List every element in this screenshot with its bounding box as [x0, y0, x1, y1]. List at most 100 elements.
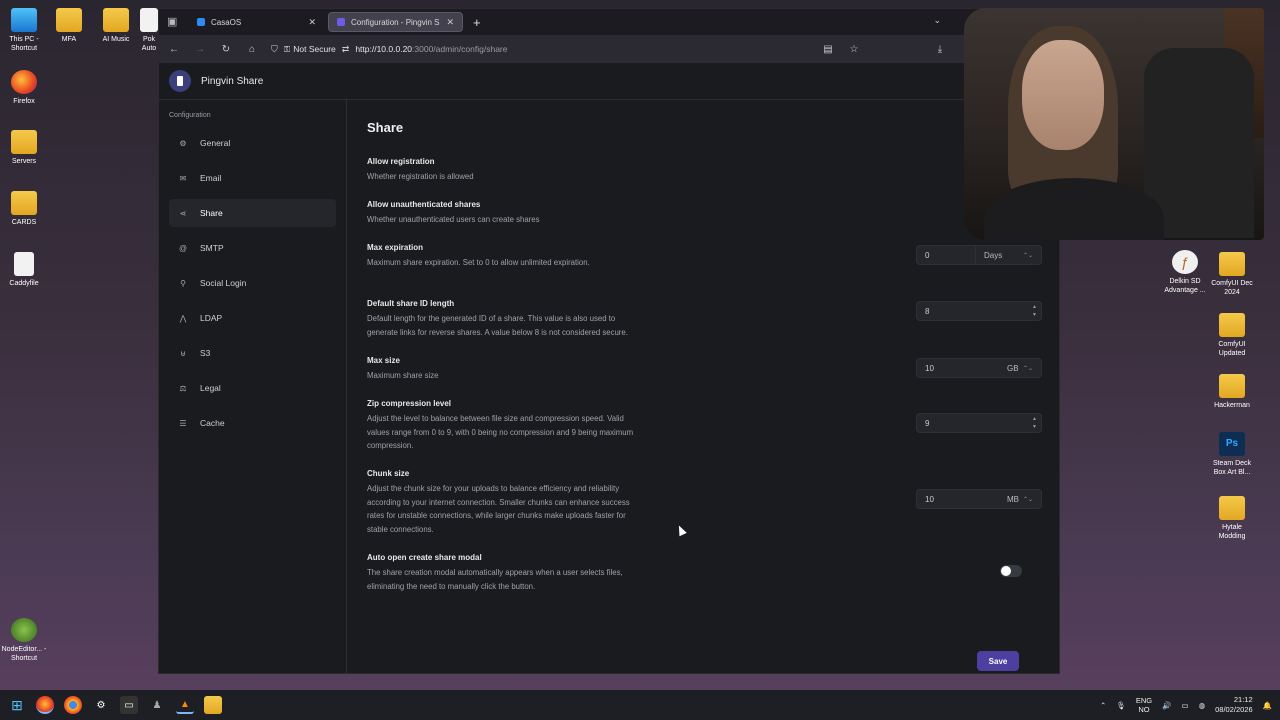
not-secure-indicator[interactable]: ⚿ Not Secure: [284, 44, 336, 55]
ldap-icon: ⋀: [179, 313, 187, 323]
input-value: 0: [925, 250, 930, 260]
url-text[interactable]: http://10.0.0.20:3000/admin/config/share: [355, 44, 507, 54]
setting-name: Zip compression level: [367, 399, 452, 408]
unit-label: GB: [1007, 363, 1019, 373]
close-icon[interactable]: ✕: [446, 17, 454, 28]
desktop-icon-comfyui-dec[interactable]: ComfyUI Dec 2024: [1208, 252, 1256, 297]
toggle-knob: [1001, 566, 1011, 576]
taskbar: ⊞ ⚙ ▭ ♟ ▲ ⌃ 🎙 ENG NO 🔊 ▭ ◍ 21:12 08/02/202…: [0, 690, 1280, 720]
vlc-taskbar-icon[interactable]: ▲: [176, 696, 194, 714]
chrome-taskbar-icon[interactable]: [64, 696, 82, 714]
desktop-icon-delkin[interactable]: ƒ Delkin SD Advantage ...: [1161, 250, 1209, 295]
desktop-icon-ai-music[interactable]: AI Music: [92, 8, 140, 44]
desktop-icon-steam-deck[interactable]: Ps Steam Deck Box Art Bl...: [1208, 432, 1256, 477]
new-tab-button[interactable]: +: [473, 15, 481, 30]
app-title[interactable]: Pingvin Share: [201, 76, 263, 87]
tab-overview-icon[interactable]: ▣: [167, 15, 181, 29]
zip-compression-input[interactable]: 9 ▲ ▼: [916, 413, 1042, 433]
page-title: Share: [367, 120, 404, 135]
input-value: 9: [925, 418, 930, 428]
setting-auto-open-share-modal: Auto open create share modal The share c…: [367, 553, 1042, 593]
reload-icon[interactable]: ↻: [219, 44, 233, 55]
firefox-taskbar-icon[interactable]: [36, 696, 54, 714]
chunk-unit-select[interactable]: MB ⌃⌄: [975, 490, 1041, 508]
sidebar-item-ldap[interactable]: ⋀ LDAP: [169, 304, 336, 332]
desktop-icon-pok[interactable]: Pok Auto: [138, 8, 160, 53]
download-icon[interactable]: ⤓: [933, 44, 947, 55]
chunk-size-input[interactable]: 10 MB ⌃⌄: [916, 489, 1042, 509]
tab-pingvin[interactable]: Configuration - Pingvin Share ✕: [328, 12, 463, 32]
desktop-icon-cards[interactable]: CARDS: [0, 191, 48, 227]
setting-max-expiration: Max expiration Maximum share expiration.…: [367, 243, 1042, 270]
desktop-icon-hytale[interactable]: Hytale Modding: [1208, 496, 1256, 541]
setting-description: Whether unauthenticated users can create…: [367, 215, 540, 224]
desktop-icon-servers[interactable]: Servers: [0, 130, 48, 166]
save-button[interactable]: Save: [977, 651, 1019, 671]
sidebar-item-cache[interactable]: ☰ Cache: [169, 409, 336, 437]
reader-view-icon[interactable]: ▤: [821, 44, 835, 55]
size-unit-select[interactable]: GB ⌃⌄: [975, 359, 1041, 377]
language-indicator[interactable]: ENG NO: [1136, 696, 1152, 714]
setting-description: Default length for the generated ID of a…: [367, 314, 628, 337]
scale-icon: ⚖: [179, 383, 187, 393]
desktop-icon-mfa[interactable]: MFA: [45, 8, 93, 44]
desktop-icon-nodeeditor[interactable]: NodeEditor... - Shortcut: [0, 618, 48, 663]
steam-taskbar-icon[interactable]: ♟: [148, 696, 166, 714]
folder-icon: [1219, 313, 1245, 337]
forward-icon[interactable]: →: [193, 44, 207, 55]
windows-start-icon[interactable]: ⊞: [8, 696, 26, 714]
folder-icon: [11, 130, 37, 154]
sidebar-item-smtp[interactable]: @ SMTP: [169, 234, 336, 262]
clock-date: 08/02/2026: [1215, 705, 1253, 714]
user-icon: ⚲: [180, 278, 186, 288]
casaos-favicon-icon: [197, 18, 205, 26]
speaker-icon[interactable]: 🔊: [1162, 701, 1171, 710]
max-size-input[interactable]: 10 GB ⌃⌄: [916, 358, 1042, 378]
explorer-taskbar-icon[interactable]: [204, 696, 222, 714]
folder-icon: [1219, 252, 1245, 276]
permissions-icon[interactable]: ⇄: [342, 44, 350, 55]
at-icon: @: [178, 243, 188, 253]
home-icon[interactable]: ⌂: [245, 44, 259, 55]
unit-label: Days: [984, 250, 1003, 260]
sidebar-item-s3[interactable]: ⊎ S3: [169, 339, 336, 367]
auto-open-modal-toggle[interactable]: [1000, 565, 1022, 577]
display-icon[interactable]: ▭: [1181, 701, 1188, 710]
shield-icon: ⛉: [271, 43, 278, 54]
desktop-icon-hackerman[interactable]: Hackerman: [1208, 374, 1256, 410]
address-bar[interactable]: ⛉ ⚿ Not Secure ⇄ http://10.0.0.20:3000/a…: [271, 44, 809, 55]
terminal-taskbar-icon[interactable]: ▭: [120, 696, 138, 714]
bookmark-star-icon[interactable]: ☆: [847, 44, 861, 55]
desktop-icon-caddyfile[interactable]: Caddyfile: [0, 252, 48, 288]
clock[interactable]: 21:12 08/02/2026: [1215, 695, 1253, 715]
desktop-icon-label: Delkin SD Advantage ...: [1164, 278, 1206, 294]
nav-bar: ← → ↻ ⌂ ⛉ ⚿ Not Secure ⇄ http://10.0.0.2…: [159, 35, 1059, 63]
desktop-icon-firefox[interactable]: Firefox: [0, 70, 48, 106]
close-icon[interactable]: ✕: [308, 17, 316, 28]
sidebar-item-share[interactable]: ⋖ Share: [169, 199, 336, 227]
microphone-icon[interactable]: 🎙: [1116, 701, 1126, 710]
settings-taskbar-icon[interactable]: ⚙: [92, 696, 110, 714]
sidebar-item-email[interactable]: ✉ Email: [169, 164, 336, 192]
expiration-unit-select[interactable]: Days ⌃⌄: [975, 246, 1041, 264]
desktop-icon-this-pc[interactable]: This PC - Shortcut: [0, 8, 48, 53]
back-icon[interactable]: ←: [167, 44, 181, 55]
stepper-icon[interactable]: ▲ ▼: [1032, 415, 1037, 431]
desktop-icon-comfyui-updated[interactable]: ComfyUI Updated: [1208, 313, 1256, 358]
desktop-icon-label: Caddyfile: [9, 280, 39, 287]
tab-label: CasaOS: [211, 17, 242, 27]
stepper-icon[interactable]: ▲ ▼: [1032, 303, 1037, 319]
sidebar-item-legal[interactable]: ⚖ Legal: [169, 374, 336, 402]
max-expiration-input[interactable]: 0 Days ⌃⌄: [916, 245, 1042, 265]
chevron-up-icon[interactable]: ⌃: [1100, 701, 1106, 710]
chevron-updown-icon: ⌃⌄: [1022, 252, 1033, 259]
sidebar-item-social-login[interactable]: ⚲ Social Login: [169, 269, 336, 297]
setting-max-size: Max size Maximum share size 10 GB ⌃⌄: [367, 356, 1042, 383]
tab-casaos[interactable]: CasaOS ✕: [189, 12, 324, 32]
pingvin-logo-icon[interactable]: [169, 70, 191, 92]
notification-icon[interactable]: 🔔: [1263, 701, 1272, 710]
network-icon[interactable]: ◍: [1199, 701, 1206, 710]
share-id-length-input[interactable]: 8 ▲ ▼: [916, 301, 1042, 321]
sidebar-item-general[interactable]: ⚙ General: [169, 129, 336, 157]
chevron-down-icon[interactable]: ⌄: [933, 15, 941, 26]
